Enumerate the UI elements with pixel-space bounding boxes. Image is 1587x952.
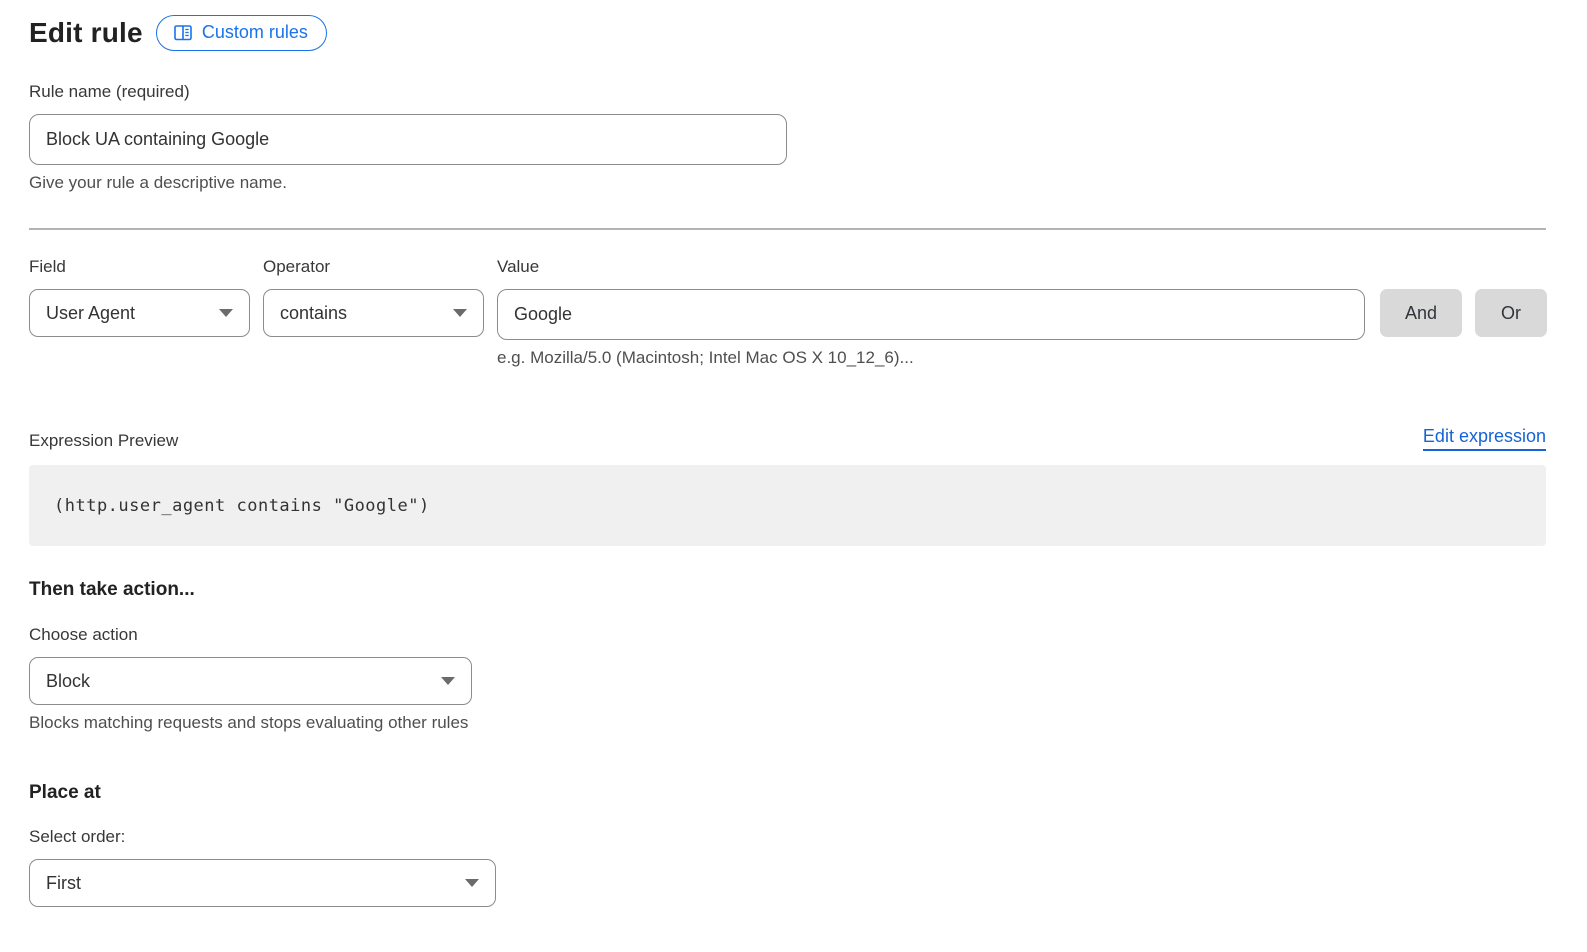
page-header: Edit rule Custom rules [29, 15, 1546, 51]
expression-builder-section: Field User Agent Operator contains Value [29, 257, 1546, 368]
operator-select[interactable]: contains [263, 289, 484, 337]
expression-preview-label: Expression Preview [29, 431, 178, 451]
action-select-value: Block [46, 671, 90, 692]
value-helper: e.g. Mozilla/5.0 (Macintosh; Intel Mac O… [497, 348, 1365, 368]
action-helper: Blocks matching requests and stops evalu… [29, 713, 1546, 733]
expression-preview-section: Expression Preview Edit expression (http… [29, 426, 1546, 546]
or-button[interactable]: Or [1475, 289, 1547, 337]
field-label: Field [29, 257, 250, 277]
edit-expression-link[interactable]: Edit expression [1423, 426, 1546, 451]
placement-section: Place at Select order: First [29, 782, 1546, 907]
choose-action-label: Choose action [29, 625, 1546, 645]
caret-down-icon [219, 309, 233, 317]
conjunction-buttons: And Or [1380, 257, 1547, 337]
value-label: Value [497, 257, 1365, 277]
section-divider [29, 228, 1546, 230]
caret-down-icon [441, 677, 455, 685]
caret-down-icon [465, 879, 479, 887]
caret-down-icon [453, 309, 467, 317]
open-book-icon [173, 23, 193, 43]
rule-name-section: Rule name (required) Give your rule a de… [29, 82, 1546, 193]
value-column: Value e.g. Mozilla/5.0 (Macintosh; Intel… [497, 257, 1365, 368]
field-column: Field User Agent [29, 257, 250, 337]
operator-select-value: contains [280, 303, 347, 324]
action-section: Then take action... Choose action Block … [29, 579, 1546, 733]
page-title: Edit rule [29, 17, 143, 49]
action-heading: Then take action... [29, 579, 1546, 601]
place-at-heading: Place at [29, 782, 1546, 804]
operator-column: Operator contains [263, 257, 484, 337]
rule-name-helper: Give your rule a descriptive name. [29, 173, 1546, 193]
action-select[interactable]: Block [29, 657, 472, 705]
expression-preview-box: (http.user_agent contains "Google") [29, 465, 1546, 546]
order-select-value: First [46, 873, 81, 894]
value-input[interactable] [497, 289, 1365, 340]
select-order-label: Select order: [29, 827, 1546, 847]
field-select-value: User Agent [46, 303, 135, 324]
custom-rules-badge-label: Custom rules [202, 22, 308, 43]
order-select[interactable]: First [29, 859, 496, 907]
custom-rules-badge[interactable]: Custom rules [156, 15, 327, 51]
field-select[interactable]: User Agent [29, 289, 250, 337]
edit-rule-page: Edit rule Custom rules Rule name (requir… [0, 0, 1587, 952]
expression-code: (http.user_agent contains "Google") [54, 496, 430, 516]
operator-label: Operator [263, 257, 484, 277]
rule-name-input[interactable] [29, 114, 787, 165]
and-button[interactable]: And [1380, 289, 1462, 337]
rule-name-label: Rule name (required) [29, 82, 1546, 102]
